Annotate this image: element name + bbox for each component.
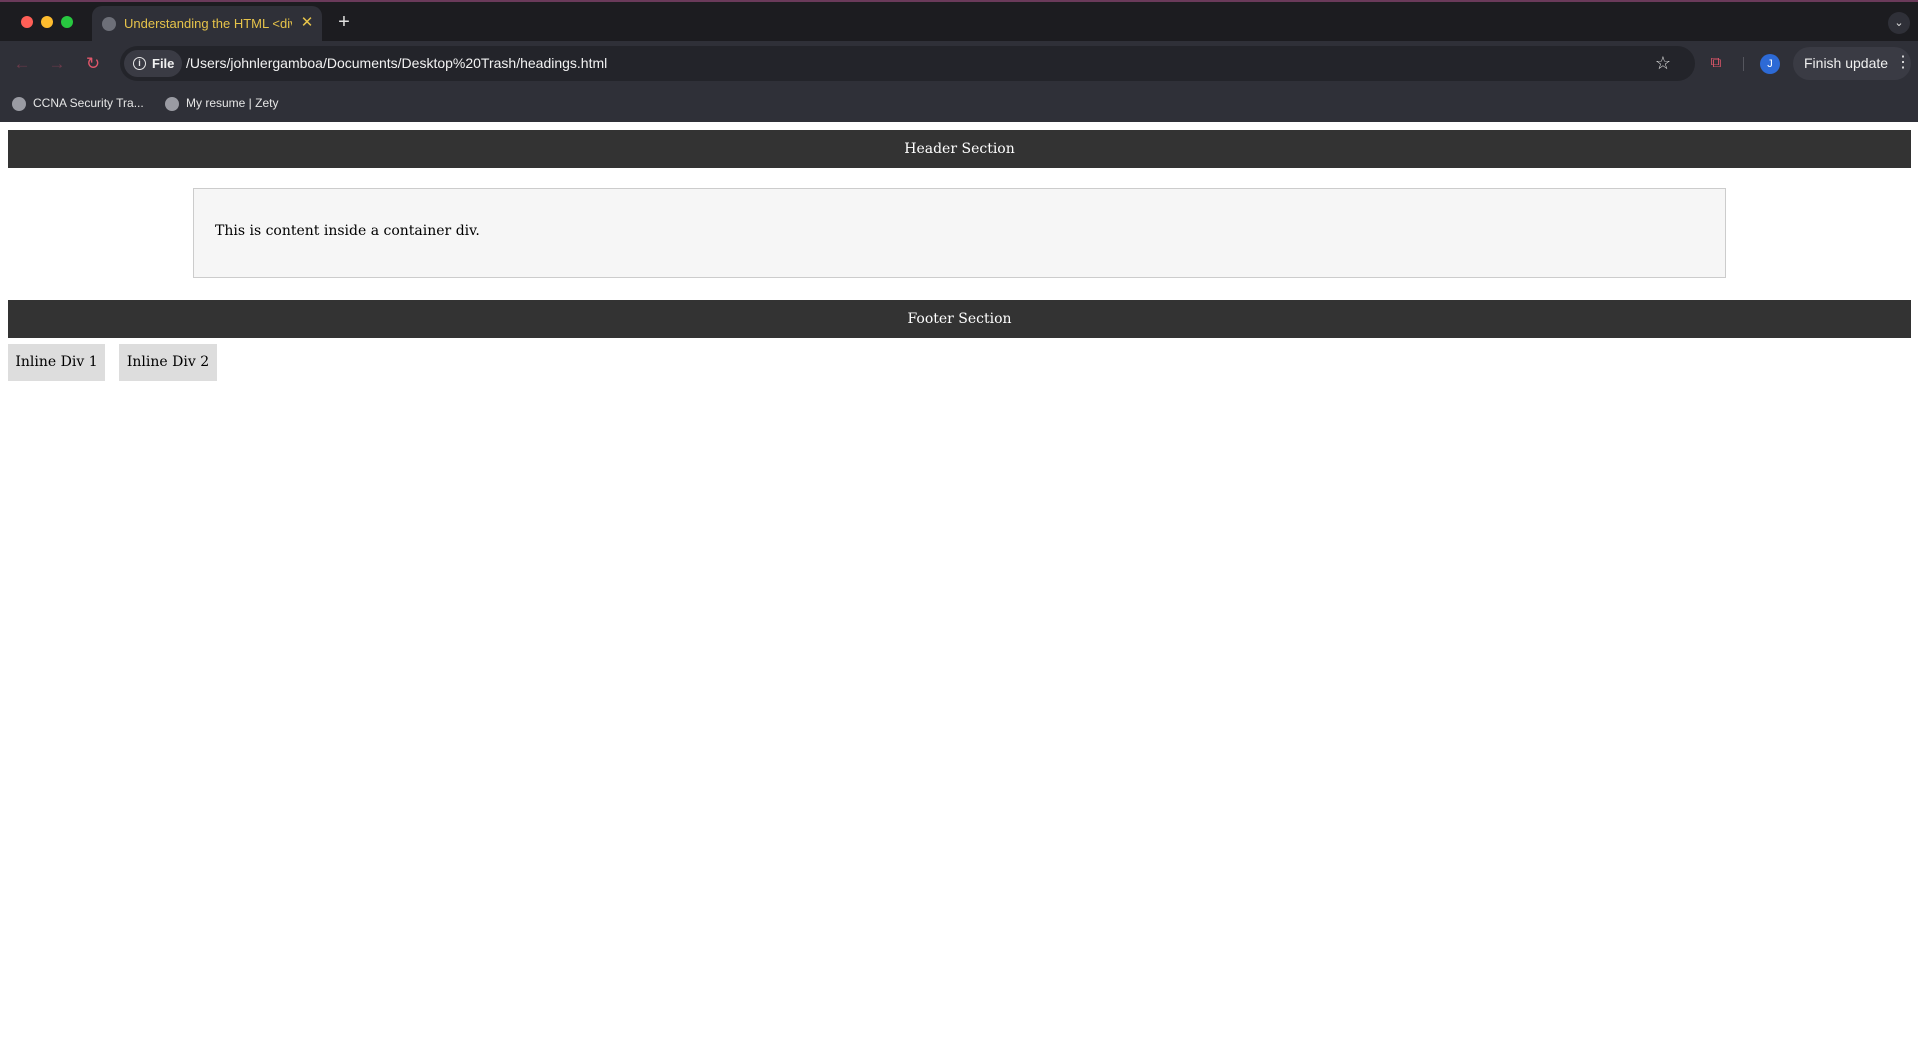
address-bar[interactable]: i File /Users/johnlergamboa/Documents/De… <box>120 46 1695 81</box>
bookmark-label: My resume | Zety <box>186 96 279 110</box>
window-maximize-button[interactable] <box>61 16 73 28</box>
bookmark-label: CCNA Security Tra... <box>33 96 144 110</box>
new-tab-button[interactable]: + <box>333 11 355 33</box>
forward-arrow-icon[interactable]: → <box>46 53 68 75</box>
page-viewport: Header Section This is content inside a … <box>0 122 1918 1056</box>
chevron-down-icon[interactable]: ⌄ <box>1888 12 1910 34</box>
finish-update-label: Finish update <box>1804 55 1889 71</box>
back-arrow-icon[interactable]: ← <box>11 53 33 75</box>
globe-icon <box>12 97 26 111</box>
tab-active[interactable]: Understanding the HTML <div ✕ <box>92 6 322 43</box>
browser-toolbar: ← → ↻ i File /Users/johnlergamboa/Docume… <box>0 41 1918 86</box>
close-icon[interactable]: ✕ <box>298 14 316 32</box>
kebab-menu-icon[interactable]: ⋮ <box>1895 53 1911 73</box>
extension-puzzle-icon[interactable]: ⧉ <box>1706 53 1726 73</box>
tab-strip: Understanding the HTML <div ✕ + ⌄ <box>0 0 1918 43</box>
window-close-button[interactable] <box>21 16 33 28</box>
site-info-chip[interactable]: i File <box>124 50 182 77</box>
container-text: This is content inside a container div. <box>215 223 480 239</box>
info-icon: i <box>133 57 146 70</box>
window-minimize-button[interactable] <box>41 16 53 28</box>
url-text[interactable]: /Users/johnlergamboa/Documents/Desktop%2… <box>186 55 607 71</box>
scheme-label: File <box>152 56 175 71</box>
inline-div-1: Inline Div 1 <box>8 344 105 381</box>
container-div: This is content inside a container div. <box>193 188 1726 278</box>
finish-update-button[interactable]: Finish update ⋮ <box>1793 47 1911 80</box>
globe-icon <box>102 17 116 31</box>
globe-icon <box>165 97 179 111</box>
footer-section: Footer Section <box>8 300 1911 338</box>
reload-icon[interactable]: ↻ <box>82 53 104 75</box>
toolbar-divider <box>1743 57 1744 71</box>
bookmarks-bar: CCNA Security Tra... My resume | Zety <box>0 86 1918 122</box>
header-section: Header Section <box>8 130 1911 168</box>
avatar[interactable]: J <box>1760 54 1780 74</box>
tab-title: Understanding the HTML <div <box>124 16 292 31</box>
bookmark-star-icon[interactable]: ☆ <box>1652 52 1674 74</box>
inline-div-2: Inline Div 2 <box>119 344 217 381</box>
